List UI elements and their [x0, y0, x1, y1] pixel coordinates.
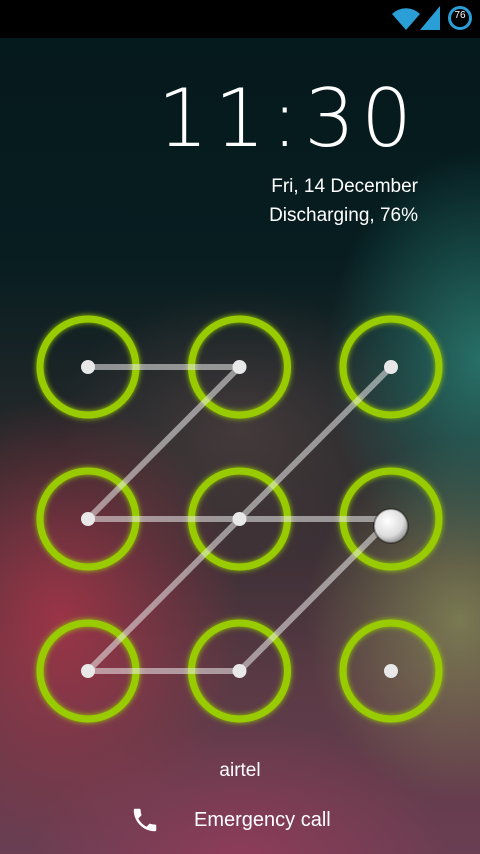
- pattern-line-segment: [236, 364, 394, 522]
- pattern-dot-3: [384, 360, 398, 374]
- emergency-call-button[interactable]: Emergency call: [130, 800, 360, 840]
- touch-point-indicator: [373, 508, 409, 544]
- date-text: Fri, 14 December: [271, 176, 418, 197]
- carrier-label: airtel: [219, 760, 261, 781]
- pattern-line-segment: [85, 364, 243, 522]
- phone-icon: [133, 808, 157, 832]
- pattern-line-segment: [236, 516, 394, 674]
- wifi-icon: [392, 8, 420, 30]
- pattern-dot-9: [384, 664, 398, 678]
- pattern-dot-5: [232, 512, 247, 526]
- battery-status-text: Discharging, 76%: [269, 205, 418, 226]
- clock: 11:30: [157, 72, 418, 165]
- pattern-dot-2: [232, 360, 247, 374]
- pattern-dot-4: [81, 512, 95, 526]
- emergency-call-label: Emergency call: [194, 808, 331, 831]
- battery-level-text: 76: [454, 10, 466, 21]
- pattern-dot-7: [81, 664, 95, 678]
- pattern-dot-1: [81, 360, 95, 374]
- pattern-dot-8: [232, 664, 247, 678]
- pattern-line-segment: [85, 516, 243, 674]
- status-bar: 76: [0, 0, 480, 38]
- unlock-pattern-pad[interactable]: [0, 300, 480, 740]
- signal-icon: [420, 6, 440, 30]
